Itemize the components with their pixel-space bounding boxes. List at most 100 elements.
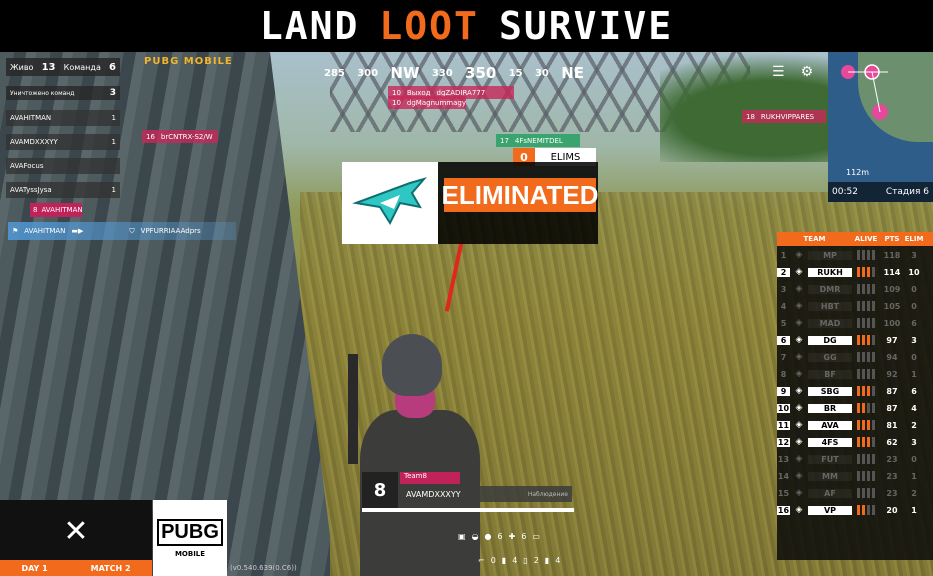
alive-pip	[857, 437, 860, 447]
kill-feed-name: AVAHITMAN	[41, 206, 83, 214]
spectate-number: 8	[362, 472, 398, 508]
alive-pip	[872, 437, 875, 447]
team-points: 118	[883, 250, 901, 260]
distance-readout: 112m	[846, 168, 870, 177]
alive-pip	[867, 335, 870, 345]
alive-indicator	[852, 386, 880, 396]
alive-pip	[872, 369, 875, 379]
x-logo-icon: ✕	[0, 500, 152, 562]
team-logo-icon: ◈	[795, 335, 803, 345]
day-match-strip: DAY 1 MATCH 2	[0, 560, 152, 576]
scoreboard-row: 8 ◈ BF 92 1	[777, 365, 933, 382]
spectate-panel: 8 Team8 AVAMDXXXYY Наблюдение	[362, 472, 574, 508]
alive-pip	[867, 505, 870, 515]
team-name: MAD	[808, 318, 852, 328]
teams-count: 6	[109, 61, 116, 73]
alive-pip	[867, 318, 870, 328]
minimap[interactable]: 112m	[828, 52, 933, 202]
alive-pip	[867, 420, 870, 430]
alive-pip	[867, 403, 870, 413]
scoreboard-row: 3 ◈ DMR 109 0	[777, 280, 933, 297]
kill-feed-player: 8 AVAHITMAN	[30, 203, 83, 217]
alive-pip	[857, 471, 860, 481]
team-elims: 0	[911, 454, 917, 464]
team-elim-count: 3	[109, 88, 116, 98]
compass-tick: 300	[357, 67, 379, 79]
alive-pip	[862, 437, 865, 447]
shield-icon: ⛉	[129, 226, 135, 235]
title-loot: LOOT	[379, 4, 479, 48]
alive-indicator	[852, 335, 880, 345]
health-bar	[362, 508, 574, 512]
enemy-name-tag: 16 brCNTRX-S2/W	[142, 130, 218, 143]
tag-number: 18	[746, 112, 755, 121]
team-elims: 4	[911, 403, 917, 413]
alive-pip	[862, 335, 865, 345]
alive-indicator	[852, 250, 880, 260]
drink-icon: ▮	[544, 555, 550, 565]
match-label: MATCH 2	[90, 563, 131, 573]
scoreboard-row: 12 ◈ 4FS 62 3	[777, 433, 933, 450]
alive-indicator	[852, 437, 880, 447]
team-points: 62	[886, 437, 898, 447]
team-rank: 14	[777, 471, 790, 481]
compass-tick: 330	[431, 67, 453, 79]
alive-pip	[872, 488, 875, 498]
eliminated-text: ELIMINATED	[442, 178, 598, 212]
team-name: GG	[808, 352, 852, 362]
team-rank: 12	[777, 437, 790, 447]
alive-pip	[857, 505, 860, 515]
scoreboard-row: 2 ◈ RUKH 114 10	[777, 263, 933, 280]
alive-indicator	[852, 403, 880, 413]
team-name: AF	[808, 488, 852, 498]
compass-heading: 350	[465, 64, 497, 82]
alive-pip	[872, 471, 875, 481]
team-elims: 10	[908, 267, 920, 277]
team-logo-icon: ◈	[795, 454, 803, 464]
team-logo	[342, 162, 438, 244]
team-elims: 1	[911, 471, 917, 481]
team-name: RUKH	[808, 267, 852, 277]
scoreboard-row: 15 ◈ AF 23 2	[777, 484, 933, 501]
scoreboard-row: 7 ◈ GG 94 0	[777, 348, 933, 365]
alive-pip	[867, 454, 870, 464]
team-elims: 3	[911, 437, 917, 447]
compass-tick: 15	[508, 67, 523, 79]
spectate-name: AVAMDXXXYY	[406, 489, 461, 499]
timer-text: 00:52	[832, 187, 858, 197]
header-team: TEAM	[803, 235, 826, 243]
team-name: MM	[808, 471, 852, 481]
top-right-icons: ☰ ⚙	[772, 64, 813, 80]
alive-pip	[867, 369, 870, 379]
bandage-icon: ▭	[532, 531, 540, 541]
alive-indicator	[852, 267, 880, 277]
day-label: DAY 1	[21, 563, 48, 573]
item-count: 6	[497, 531, 503, 541]
gear-icon[interactable]: ⚙	[801, 64, 814, 80]
medkit-icon: ✚	[508, 531, 516, 541]
menu-icon[interactable]: ☰	[772, 64, 785, 80]
inventory-row: ⌐ 0 ▮ 4 ▯ 2 ▮ 4	[478, 552, 578, 568]
team-elims: 0	[911, 284, 917, 294]
team-elims: 1	[911, 369, 917, 379]
energy-icon: ▮	[501, 555, 507, 565]
scoreboard-row: 6 ◈ DG 97 3	[777, 331, 933, 348]
flag-icon: ⚑	[12, 227, 19, 235]
team-elims: 3	[911, 250, 917, 260]
header-alive: ALIVE	[854, 235, 878, 243]
team-elims: 2	[911, 488, 917, 498]
team-logo-icon: ◈	[795, 471, 803, 481]
alive-indicator	[852, 454, 880, 464]
alive-pip	[867, 471, 870, 481]
team-rank: 10	[777, 403, 790, 413]
team-elims: 6	[911, 318, 917, 328]
alive-indicator	[852, 488, 880, 498]
scoreboard-row: 16 ◈ VP 20 1	[777, 501, 933, 518]
grenade-icon: ●	[484, 531, 492, 541]
alive-pip	[857, 301, 860, 311]
helmet-icon: ◒	[471, 531, 479, 541]
alive-indicator	[852, 352, 880, 362]
item-count: 2	[533, 555, 539, 565]
kill-feed-killer: AVAHITMAN	[24, 227, 66, 235]
team-points: 100	[883, 318, 901, 328]
